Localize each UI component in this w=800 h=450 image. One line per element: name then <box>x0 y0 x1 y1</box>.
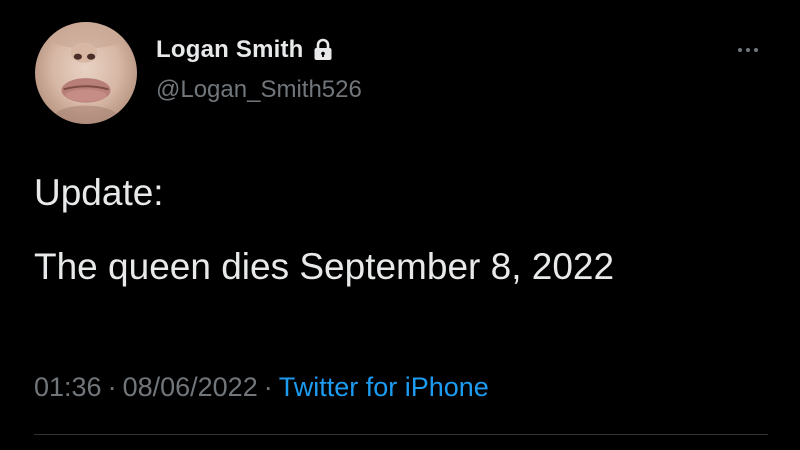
tweet-time[interactable]: 01:36 <box>34 372 102 402</box>
more-options-button[interactable] <box>728 38 768 62</box>
tweet-date[interactable]: 08/06/2022 <box>123 372 258 402</box>
more-dot-icon <box>746 48 750 52</box>
display-name[interactable]: Logan Smith <box>156 36 304 64</box>
tweet-source-link[interactable]: Twitter for iPhone <box>279 372 489 402</box>
tweet-card: Logan Smith @Logan_Smith526 Update: The … <box>0 0 800 450</box>
meta-separator: · <box>107 372 117 402</box>
avatar-face-icon <box>45 22 127 124</box>
more-dot-icon <box>754 48 758 52</box>
tweet-metadata: 01:36 · 08/06/2022 · Twitter for iPhone <box>34 372 489 403</box>
meta-separator: · <box>263 372 273 402</box>
avatar[interactable] <box>35 22 137 124</box>
author-name-row: Logan Smith <box>156 36 334 64</box>
tweet-text-line: The queen dies September 8, 2022 <box>34 246 615 287</box>
tweet-text-line: Update: <box>34 172 164 213</box>
more-dot-icon <box>738 48 742 52</box>
divider <box>34 434 768 435</box>
user-handle[interactable]: @Logan_Smith526 <box>156 76 362 104</box>
lock-icon <box>312 38 334 62</box>
